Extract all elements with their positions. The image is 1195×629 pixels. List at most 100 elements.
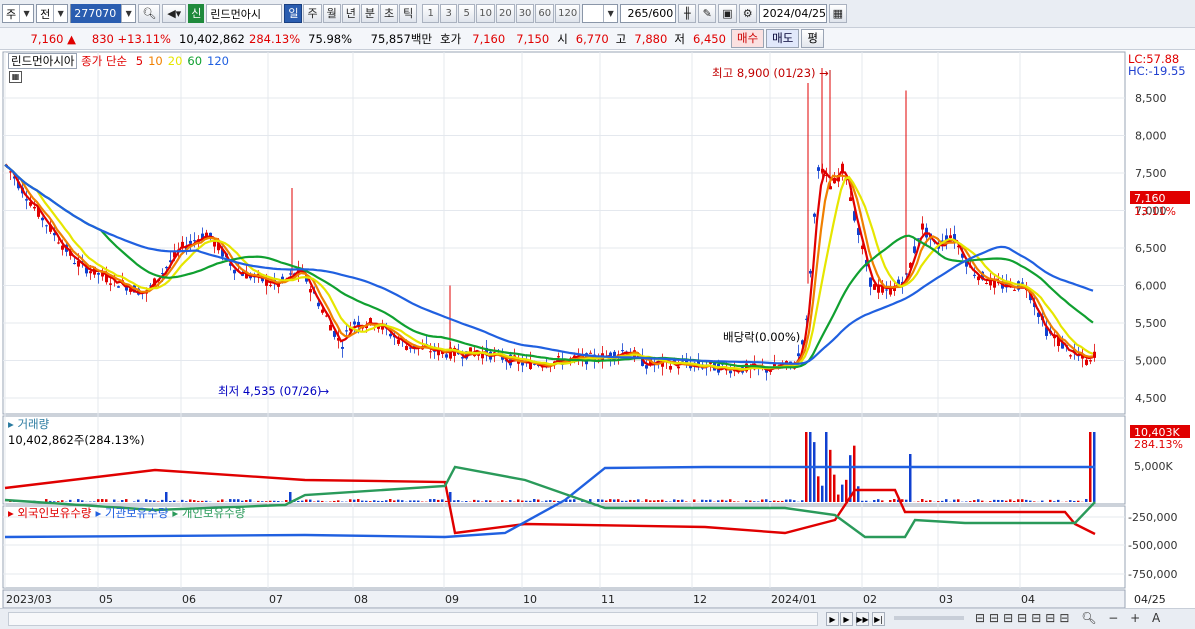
stock-code-select[interactable]: 277070 ▼ [70, 4, 137, 23]
volume-bar [221, 499, 224, 502]
stock-code-input[interactable]: 277070 [71, 4, 122, 23]
y-tick-label: 7,500 [1135, 167, 1167, 180]
volume-bar [161, 499, 164, 502]
settings-button[interactable]: ⚙ [738, 4, 757, 23]
volume-bar [201, 500, 204, 502]
volume-bar [305, 499, 308, 502]
volume-bar [69, 499, 72, 502]
draw-tool-button[interactable]: ✎ [698, 4, 717, 23]
volume-bar [233, 499, 236, 502]
volume-bar [445, 500, 448, 502]
volume-bar [269, 500, 272, 502]
volume-bar [373, 500, 376, 502]
x-tick-label: 2024/01 [771, 593, 817, 606]
minute-tab-120[interactable]: 120 [555, 4, 581, 23]
ma-legend-10: 10 [148, 54, 163, 68]
period-tab-4[interactable]: 분 [360, 4, 379, 23]
candle-body [461, 357, 464, 359]
x-axis-frame [2, 589, 1126, 609]
volume-bar [93, 501, 96, 502]
candle-body [329, 325, 332, 331]
volume-bar [657, 500, 660, 502]
open-price: 6,770 [575, 31, 609, 46]
ma-legend-60: 60 [187, 54, 203, 68]
minute-tab-10[interactable]: 10 [476, 4, 495, 23]
volume-bar [673, 499, 676, 502]
volume-bar [573, 499, 576, 502]
candle-body [949, 235, 952, 239]
save-button[interactable]: ▣ [718, 4, 737, 23]
candle-body [397, 339, 400, 344]
candle-body [985, 282, 988, 284]
volume-bar [833, 474, 836, 502]
period-tab-1[interactable]: 주 [303, 4, 322, 23]
calendar-button[interactable]: ▦ [828, 4, 848, 23]
stock-legend-name[interactable]: 린드먼아시아 [8, 53, 78, 69]
sell-button[interactable]: 매도 [766, 29, 800, 48]
grid-toggle-icon[interactable]: ▦ [9, 71, 22, 83]
volume-bar [1021, 499, 1024, 502]
minute-tab-30[interactable]: 30 [515, 4, 535, 23]
sound-button[interactable]: ◀▾ [162, 4, 187, 23]
volume-bar [709, 499, 712, 502]
horizontal-scrollbar[interactable] [8, 612, 818, 626]
buy-button[interactable]: 매수 [730, 29, 765, 48]
volume-bar [873, 500, 876, 502]
candle-body [1089, 360, 1092, 362]
view-tools[interactable]: ⊟⊟⊟⊟⊟⊟⊟ 🔍︎ − + A [975, 611, 1164, 625]
prev-select[interactable]: 전 ▼ [36, 4, 69, 23]
date-field[interactable]: 2024/04/25 [758, 4, 827, 23]
holdings-legend: ▸ 외국인보유수량 ▸ 기관보유수량 ▸ 개인보유수량 [8, 505, 249, 521]
stock-name: 린드먼아시 [206, 4, 283, 23]
eval-button[interactable]: 평 [801, 29, 824, 48]
volume-bar [1077, 500, 1080, 502]
candle-body [445, 354, 448, 358]
volume-bar [245, 500, 248, 502]
period-tab-0[interactable]: 일 [284, 4, 303, 23]
volume-bar [997, 499, 1000, 502]
candle-body [353, 321, 356, 325]
scroll-right-button[interactable]: ▶ [840, 612, 853, 626]
candle-body [913, 246, 916, 253]
fast-forward-button[interactable]: ▶▶ [856, 612, 869, 626]
minute-tab-20[interactable]: 20 [495, 4, 515, 23]
minute-tab-5[interactable]: 5 [458, 4, 476, 23]
volume-bar [265, 501, 268, 502]
candle-body [97, 273, 100, 275]
volume-bar [357, 499, 360, 502]
period-tab-6[interactable]: 틱 [399, 4, 418, 23]
y-tick-label: 8,000 [1135, 130, 1167, 143]
volume-bar [681, 499, 684, 502]
candle-type-button[interactable]: ╫ [678, 4, 697, 23]
volume-bar [285, 500, 288, 502]
bar-count-field[interactable]: 265/600 [620, 4, 677, 23]
volume-bar [193, 500, 196, 502]
zoom-slider[interactable] [894, 616, 964, 620]
minute-tab-60[interactable]: 60 [535, 4, 555, 23]
scroll-left-button[interactable]: ▶ [826, 612, 839, 626]
candle-body [341, 346, 344, 349]
volume-bar [677, 500, 680, 502]
volume-bar [237, 499, 240, 502]
floppy-icon: ▣ [722, 7, 733, 20]
interval-select[interactable]: ▼ [582, 4, 619, 23]
minute-tab-1[interactable]: 1 [422, 4, 440, 23]
minute-tab-3[interactable]: 3 [440, 4, 458, 23]
chart-canvas[interactable]: 8,5008,0007,5007,0006,5006,0005,5005,000… [0, 50, 1195, 610]
candle-body [813, 213, 816, 217]
y-tick-label: 4,500 [1135, 392, 1167, 405]
volume-bar [793, 500, 796, 502]
end-button[interactable]: ▶| [872, 612, 885, 626]
period-tab-5[interactable]: 초 [379, 4, 399, 23]
volume-bar [545, 500, 548, 502]
bar-count-value: 265 [627, 7, 649, 20]
market-type-select[interactable]: 주 ▼ [2, 4, 35, 23]
period-tab-3[interactable]: 년 [341, 4, 360, 23]
search-button[interactable]: 🔍︎ [138, 4, 161, 23]
up-arrow-icon: ▲ [67, 31, 76, 46]
volume-bar [757, 501, 760, 502]
period-tab-2[interactable]: 월 [322, 4, 341, 23]
trade-amount: 75,857백만 [370, 31, 433, 46]
volume-bar [717, 500, 720, 502]
volume-bar [861, 500, 864, 502]
